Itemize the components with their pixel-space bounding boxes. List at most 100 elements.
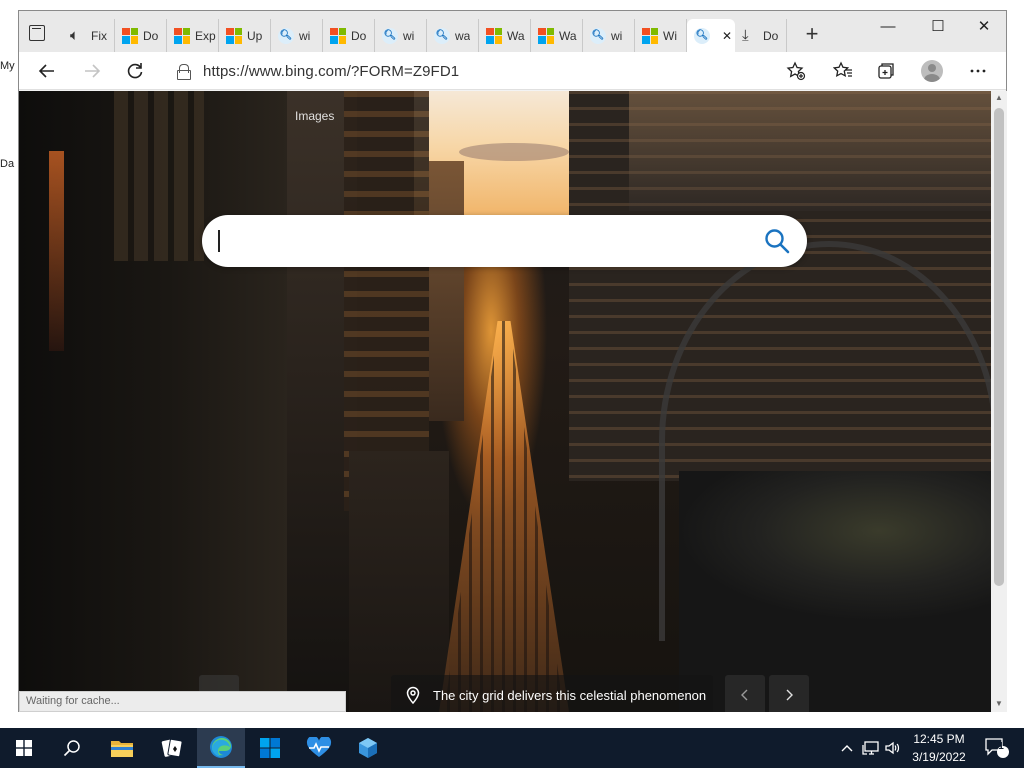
location-pin-icon	[406, 686, 420, 705]
clock-date: 3/19/2022	[912, 750, 966, 764]
tab[interactable]: 🔍︎ wa	[427, 19, 479, 52]
action-center-button[interactable]: 1	[982, 728, 1012, 768]
address-bar[interactable]: https://www.bing.com/?FORM=Z9FD1	[169, 57, 789, 85]
collections-button[interactable]	[871, 57, 901, 85]
background-image	[429, 161, 464, 421]
close-button[interactable]: ✕	[961, 11, 1007, 41]
desktop-icon-label[interactable]: My	[0, 60, 18, 72]
tab[interactable]: 🔍︎ wi	[375, 19, 427, 52]
tab-active[interactable]: 🔍︎ ✕	[687, 19, 735, 52]
background-image	[49, 151, 64, 351]
microsoft-logo-icon	[642, 27, 658, 44]
system-clock[interactable]: 12:45 PM 3/19/2022	[900, 730, 978, 766]
tab[interactable]: 🔈︎ Fix	[63, 19, 115, 52]
url-text[interactable]: https://www.bing.com/?FORM=Z9FD1	[203, 63, 459, 80]
profile-avatar[interactable]	[921, 60, 943, 82]
search-favicon-icon: 🔍︎	[590, 27, 606, 44]
more-icon	[970, 69, 986, 73]
activity-app-button[interactable]	[295, 728, 343, 768]
start-button[interactable]	[0, 728, 48, 768]
maximize-button[interactable]: ☐	[915, 11, 961, 41]
activity-icon	[306, 737, 332, 757]
file-explorer-button[interactable]	[98, 728, 146, 768]
tab[interactable]: Wa	[479, 19, 531, 52]
favorites-icon	[833, 61, 852, 78]
windows-start-icon	[16, 740, 32, 756]
forward-button[interactable]	[77, 57, 107, 85]
tab-title: wi	[611, 28, 623, 43]
tab-title: wi	[299, 28, 311, 43]
show-hidden-icons-button[interactable]	[838, 728, 856, 768]
search-icon	[63, 740, 80, 757]
chevron-right-icon	[786, 689, 793, 701]
lock-icon[interactable]	[177, 64, 191, 80]
microsoft-logo-icon	[486, 27, 502, 44]
azure-app-button[interactable]	[344, 728, 392, 768]
new-tab-button[interactable]: +	[800, 23, 824, 47]
scroll-down-arrow-icon[interactable]: ▼	[991, 697, 1007, 711]
caption-text[interactable]: The city grid delivers this celestial ph…	[433, 688, 706, 703]
search-button[interactable]	[763, 227, 791, 255]
file-explorer-icon	[111, 741, 133, 757]
add-favorite-icon	[786, 61, 806, 81]
volume-button[interactable]	[883, 728, 901, 768]
scrollbar-thumb[interactable]	[994, 108, 1004, 586]
next-image-button[interactable]	[769, 675, 809, 712]
tab-strip: 🔈︎ Fix Do Exp Up 🔍︎ wi Do 🔍︎ wi 🔍︎ wa Wa Wa 🔍︎ wi Wi 🔍︎ ✕ ⤓…	[63, 19, 787, 52]
favorites-button[interactable]	[828, 57, 858, 85]
tab[interactable]: Do	[323, 19, 375, 52]
title-bar: 🔈︎ Fix Do Exp Up 🔍︎ wi Do 🔍︎ wi 🔍︎ wa Wa Wa 🔍︎ wi Wi 🔍︎ ✕ ⤓…	[19, 11, 1006, 52]
edge-taskbar-button[interactable]	[197, 728, 245, 768]
more-button[interactable]	[963, 57, 993, 85]
store-button[interactable]	[246, 728, 294, 768]
microsoft-logo-icon	[226, 27, 242, 44]
tab[interactable]: 🔍︎ wi	[271, 19, 323, 52]
desktop-background: My Da	[0, 0, 18, 728]
notification-count-badge: 1	[998, 741, 1004, 752]
search-box[interactable]	[202, 215, 807, 267]
images-link[interactable]: Images	[295, 109, 334, 123]
bing-homepage: Images Waiting for cache... The city gri…	[19, 91, 991, 712]
tab-title: Exp	[195, 28, 216, 43]
tab-title: Do	[143, 28, 159, 43]
network-button[interactable]	[860, 728, 882, 768]
search-input[interactable]	[218, 225, 738, 257]
background-image	[114, 91, 204, 261]
solitaire-icon	[161, 738, 183, 758]
desktop-icon-label[interactable]: Da	[0, 158, 18, 170]
add-favorite-button[interactable]	[781, 57, 811, 85]
scroll-up-arrow-icon[interactable]: ▲	[991, 91, 1007, 105]
tab[interactable]: 🔍︎ wi	[583, 19, 635, 52]
tab[interactable]: ⤓ Do	[735, 19, 787, 52]
image-caption[interactable]: The city grid delivers this celestial ph…	[391, 675, 713, 712]
tab[interactable]: Do	[115, 19, 167, 52]
forward-icon	[85, 64, 101, 78]
azure-icon	[359, 738, 377, 758]
taskbar-search-button[interactable]	[48, 728, 96, 768]
solitaire-button[interactable]	[148, 728, 196, 768]
tab[interactable]: Wa	[531, 19, 583, 52]
download-icon: ⤓	[742, 26, 749, 44]
background-image	[459, 143, 569, 161]
minimize-button[interactable]: —	[865, 11, 911, 41]
network-icon	[862, 741, 879, 755]
search-icon	[765, 229, 790, 254]
vertical-scrollbar[interactable]: ▲ ▼	[991, 91, 1007, 712]
speaker-icon	[885, 741, 900, 755]
tab-title: Fix	[91, 28, 107, 43]
store-icon	[260, 738, 280, 758]
clock-time: 12:45 PM	[913, 732, 965, 746]
tab[interactable]: Exp	[167, 19, 219, 52]
navigation-toolbar: https://www.bing.com/?FORM=Z9FD1	[19, 52, 1006, 90]
refresh-button[interactable]	[120, 57, 150, 85]
previous-image-button[interactable]	[725, 675, 765, 712]
tab-title: Wi	[663, 28, 677, 43]
tab-close-icon[interactable]: ✕	[722, 29, 732, 43]
back-button[interactable]	[32, 57, 62, 85]
search-favicon-icon: 🔍︎	[434, 27, 450, 44]
tab[interactable]: Up	[219, 19, 271, 52]
tab[interactable]: Wi	[635, 19, 687, 52]
speaker-icon: 🔈︎	[70, 26, 80, 44]
refresh-icon	[127, 63, 143, 79]
tab-actions-icon[interactable]	[29, 25, 45, 41]
